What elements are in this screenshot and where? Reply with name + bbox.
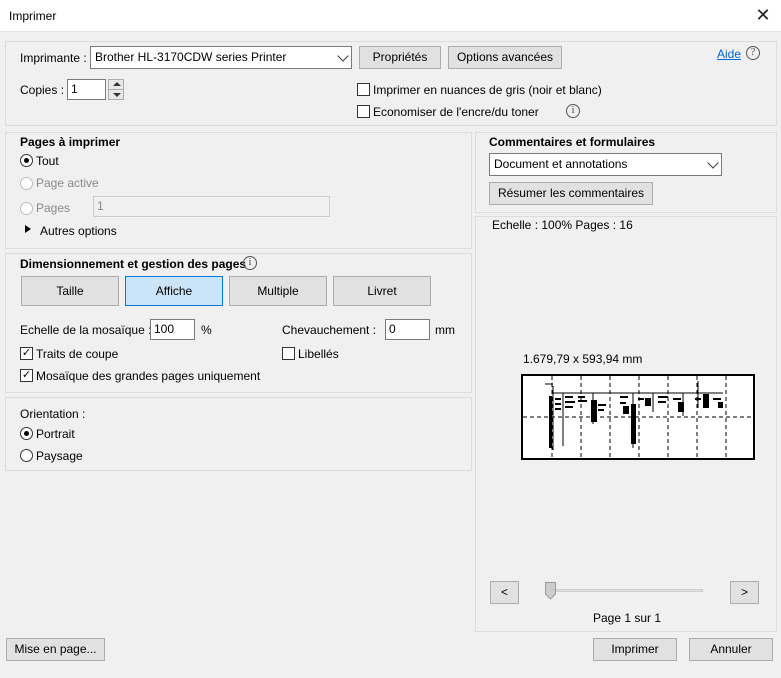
pages-current-label: Page active xyxy=(36,176,99,190)
large-pages-checkbox[interactable]: ✓ xyxy=(20,369,33,382)
overlap-label: Chevauchement : xyxy=(282,323,377,337)
copies-stepper[interactable] xyxy=(108,79,124,100)
pages-range-radio[interactable] xyxy=(20,202,33,215)
page-slider-thumb[interactable] xyxy=(545,582,556,600)
labels-checkbox[interactable] xyxy=(282,347,295,360)
chevron-down-icon xyxy=(337,50,349,62)
orientation-heading: Orientation : xyxy=(20,407,86,421)
prev-page-button[interactable]: < xyxy=(490,581,519,604)
pages-all-label: Tout xyxy=(36,154,59,168)
comments-select-value: Document et annotations xyxy=(494,157,628,171)
preview-page xyxy=(521,374,755,460)
save-ink-label: Economiser de l'encre/du toner xyxy=(373,105,539,119)
summarize-comments-button[interactable]: Résumer les commentaires xyxy=(489,182,653,205)
stepper-up-icon[interactable] xyxy=(113,82,121,86)
tab-livret[interactable]: Livret xyxy=(333,276,431,306)
overlap-unit: mm xyxy=(435,323,455,337)
cut-marks-label: Traits de coupe xyxy=(36,347,119,361)
pages-range-input[interactable]: 1 xyxy=(93,196,330,217)
comments-heading: Commentaires et formulaires xyxy=(489,135,656,149)
print-button[interactable]: Imprimer xyxy=(593,638,677,661)
tab-affiche[interactable]: Affiche xyxy=(125,276,223,306)
help-link[interactable]: Aide xyxy=(717,47,741,61)
preview-content xyxy=(523,376,753,458)
stepper-down-icon[interactable] xyxy=(113,93,121,97)
overlap-input[interactable]: 0 xyxy=(385,319,430,340)
next-page-button[interactable]: > xyxy=(730,581,759,604)
pages-all-radio[interactable] xyxy=(20,154,33,167)
page-setup-button[interactable]: Mise en page... xyxy=(6,638,105,661)
tile-scale-input[interactable]: 100 xyxy=(150,319,195,340)
grayscale-label: Imprimer en nuances de gris (noir et bla… xyxy=(373,83,602,97)
printer-select-value: Brother HL-3170CDW series Printer xyxy=(95,50,287,64)
page-slider-track[interactable] xyxy=(548,589,703,592)
labels-label: Libellés xyxy=(298,347,339,361)
portrait-radio[interactable] xyxy=(20,427,33,440)
expand-arrow-icon[interactable] xyxy=(25,225,31,233)
sizing-heading: Dimensionnement et gestion des pages xyxy=(20,257,247,271)
portrait-label: Portrait xyxy=(36,427,75,441)
tile-scale-unit: % xyxy=(201,323,212,337)
help-icon[interactable]: ? xyxy=(746,46,760,60)
more-options-toggle[interactable]: Autres options xyxy=(40,224,117,238)
tile-scale-label: Echelle de la mosaïque : xyxy=(20,323,152,337)
chevron-down-icon xyxy=(707,157,719,169)
page-indicator: Page 1 sur 1 xyxy=(593,611,662,625)
tab-taille[interactable]: Taille xyxy=(21,276,119,306)
tab-multiple[interactable]: Multiple xyxy=(229,276,327,306)
landscape-label: Paysage xyxy=(36,449,83,463)
printer-label: Imprimante : xyxy=(20,51,87,65)
save-ink-checkbox[interactable] xyxy=(357,105,370,118)
cut-marks-checkbox[interactable]: ✓ xyxy=(20,347,33,360)
printer-select[interactable]: Brother HL-3170CDW series Printer xyxy=(90,46,352,69)
preview-dimensions: 1.679,79 x 593,94 mm xyxy=(523,352,643,366)
title-bar xyxy=(0,0,781,32)
pages-heading: Pages à imprimer xyxy=(20,135,121,149)
close-icon[interactable]: ✕ xyxy=(745,0,781,32)
copies-label: Copies : xyxy=(20,83,65,97)
comments-select[interactable]: Document et annotations xyxy=(489,153,722,176)
large-pages-label: Mosaïque des grandes pages uniquement xyxy=(36,369,261,383)
advanced-options-button[interactable]: Options avancées xyxy=(448,46,562,69)
landscape-radio[interactable] xyxy=(20,449,33,462)
properties-button[interactable]: Propriétés xyxy=(359,46,441,69)
window-title: Imprimer xyxy=(9,9,57,23)
copies-input[interactable]: 1 xyxy=(67,79,106,100)
cancel-button[interactable]: Annuler xyxy=(689,638,773,661)
info-icon[interactable]: i xyxy=(243,256,257,270)
preview-scale-text: Echelle : 100% Pages : 16 xyxy=(492,218,633,232)
info-icon[interactable]: i xyxy=(566,104,580,118)
pages-current-radio[interactable] xyxy=(20,177,33,190)
grayscale-checkbox[interactable] xyxy=(357,83,370,96)
pages-range-label: Pages xyxy=(36,201,71,215)
